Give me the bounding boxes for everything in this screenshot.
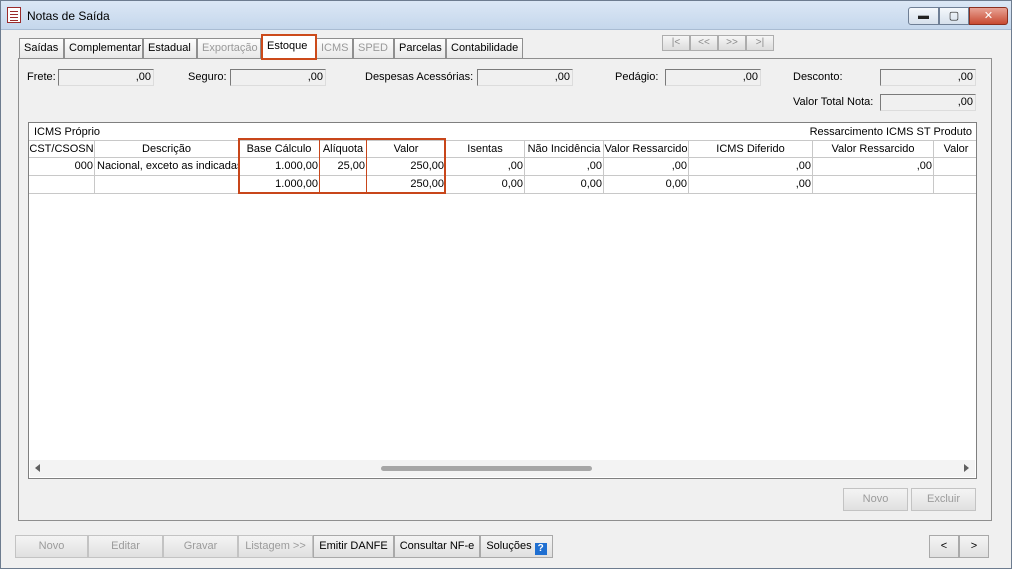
col-header-isentas[interactable]: Isentas [446,141,525,157]
cell-valor-st [934,176,976,193]
tab-sped[interactable]: SPED [353,38,394,58]
despesas-field[interactable]: ,00 [477,69,573,86]
cell-aliquota: 25,00 [320,158,367,175]
cell-cst [29,176,95,193]
seguro-label: Seguro: [188,71,227,83]
maximize-button[interactable]: ▢ [939,7,969,25]
group-header-icms-proprio: ICMS Próprio [34,126,101,138]
cell-valor-st [934,158,976,175]
seguro-field[interactable]: ,00 [230,69,326,86]
cell-aliquota [320,176,367,193]
group-header-ressarcimento: Ressarcimento ICMS ST Produto [809,126,972,138]
previous-button[interactable]: < [929,535,959,558]
valor-total-field[interactable]: ,00 [880,94,976,111]
valor-total-label: Valor Total Nota: [793,96,874,108]
emitir-danfe-button[interactable]: Emitir DANFE [313,535,394,558]
col-header-cst[interactable]: CST/CSOSN [29,141,95,157]
document-icon [7,7,21,23]
col-header-aliquota[interactable]: Alíquota [320,141,367,157]
consultar-nfe-button[interactable]: Consultar NF-e [394,535,480,558]
cell-base-calculo: 1.000,00 [239,176,320,193]
frete-label: Frete: [27,71,56,83]
solucoes-label: Soluções [486,540,532,552]
cell-cst: 000 [29,158,95,175]
pedagio-field[interactable]: ,00 [665,69,761,86]
close-button[interactable]: ✕ [969,7,1008,25]
tab-exportacao[interactable]: Exportação [197,38,261,58]
desconto-field[interactable]: ,00 [880,69,976,86]
icms-grid[interactable]: ICMS Próprio Ressarcimento ICMS ST Produ… [28,122,977,479]
col-header-icms-diferido[interactable]: ICMS Diferido [689,141,813,157]
cell-base-calculo: 1.000,00 [239,158,320,175]
grid-header-row: CST/CSOSN Descrição Base Cálculo Alíquot… [29,140,976,158]
gravar-button[interactable]: Gravar [163,535,238,558]
tab-complementar[interactable]: Complementar [64,38,143,58]
horizontal-scrollbar[interactable] [30,460,975,477]
tab-contabilidade[interactable]: Contabilidade [446,38,523,58]
editar-button[interactable]: Editar [88,535,163,558]
cell-valor-ressarcido-st: ,00 [813,158,934,175]
solucoes-button[interactable]: Soluções ? [480,535,553,558]
cell-icms-diferido: ,00 [689,176,813,193]
tab-saidas[interactable]: Saídas [19,38,64,58]
listagem-button[interactable]: Listagem >> [238,535,313,558]
pedagio-label: Pedágio: [615,71,659,83]
tab-icms[interactable]: ICMS [316,38,353,58]
col-header-valor-st[interactable]: Valor [934,141,976,157]
cell-valor-ressarcido: ,00 [604,158,689,175]
col-header-valor-ressarcido-st[interactable]: Valor Ressarcido [813,141,934,157]
col-header-base-calculo[interactable]: Base Cálculo [239,141,320,157]
grid-novo-button[interactable]: Novo [843,488,908,511]
first-record-button[interactable]: |< [662,35,690,51]
cell-isentas: 0,00 [446,176,525,193]
novo-button[interactable]: Novo [15,535,88,558]
last-record-button[interactable]: >| [746,35,774,51]
minimize-button[interactable]: ▬ [908,7,939,25]
next-record-button[interactable]: >> [718,35,746,51]
help-icon: ? [534,543,547,555]
cell-valor: 250,00 [367,158,446,175]
window-title: Notas de Saída [27,9,110,23]
col-header-valor-ressarcido[interactable]: Valor Ressarcido [604,141,689,157]
cell-descricao [95,176,239,193]
highlight-divider [319,140,320,192]
table-row[interactable]: 000 Nacional, exceto as indicadas 1.000,… [29,158,976,176]
cell-icms-diferido: ,00 [689,158,813,175]
scroll-right-icon[interactable] [964,464,969,472]
previous-record-button[interactable]: << [690,35,718,51]
next-button[interactable]: > [959,535,989,558]
cell-nao-incidencia: ,00 [525,158,604,175]
desconto-label: Desconto: [793,71,843,83]
col-header-descricao[interactable]: Descrição [95,141,239,157]
cell-valor-ressarcido-st [813,176,934,193]
title-bar: Notas de Saída ▬ ▢ ✕ [1,1,1011,30]
main-window: Notas de Saída ▬ ▢ ✕ Saídas Complementar… [0,0,1012,569]
tab-estoque[interactable]: Estoque [261,34,317,60]
table-row-total[interactable]: 1.000,00 250,00 0,00 0,00 0,00 ,00 [29,176,976,194]
cell-valor: 250,00 [367,176,446,193]
tab-estadual[interactable]: Estadual [143,38,197,58]
cell-nao-incidencia: 0,00 [525,176,604,193]
cell-valor-ressarcido: 0,00 [604,176,689,193]
frete-field[interactable]: ,00 [58,69,154,86]
despesas-label: Despesas Acessórias: [365,71,474,83]
col-header-nao-incidencia[interactable]: Não Incidência [525,141,604,157]
col-header-valor[interactable]: Valor [367,141,446,157]
grid-excluir-button[interactable]: Excluir [911,488,976,511]
scroll-thumb[interactable] [381,466,592,471]
cell-descricao: Nacional, exceto as indicadas [95,158,239,175]
cell-isentas: ,00 [446,158,525,175]
tab-parcelas[interactable]: Parcelas [394,38,446,58]
scroll-left-icon[interactable] [35,464,40,472]
highlight-divider [366,140,367,192]
